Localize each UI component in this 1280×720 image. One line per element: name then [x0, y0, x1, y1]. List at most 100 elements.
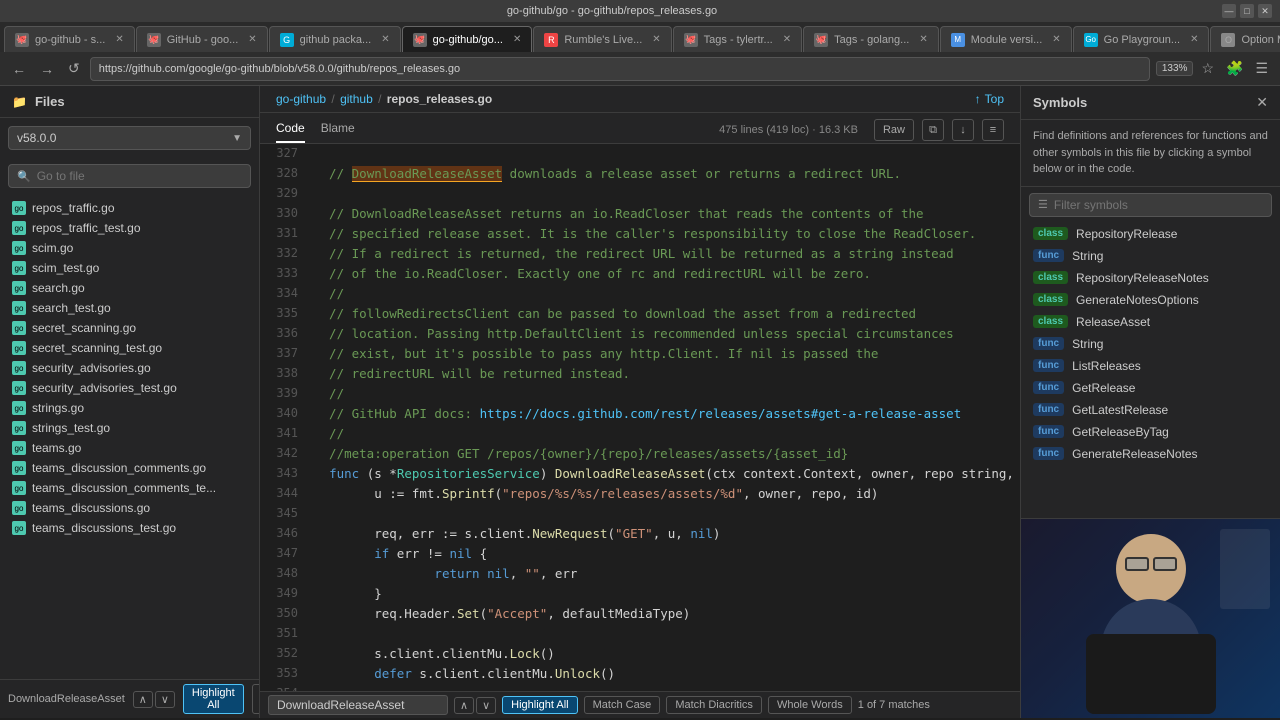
raw-button[interactable]: Raw: [874, 119, 914, 141]
symbol-repository-release-notes[interactable]: class RepositoryReleaseNotes: [1021, 267, 1280, 289]
tab-close-7[interactable]: ✕: [919, 34, 927, 45]
file-item-repos-traffic-test[interactable]: go repos_traffic_test.go: [0, 218, 259, 238]
repo-link[interactable]: go-github: [276, 92, 326, 106]
symbol-string-1[interactable]: func String: [1021, 245, 1280, 267]
file-search-box[interactable]: 🔍: [8, 164, 251, 188]
symbol-release-asset[interactable]: class ReleaseAsset: [1021, 311, 1280, 333]
close-button[interactable]: ✕: [1258, 4, 1272, 18]
find-input[interactable]: [268, 695, 448, 715]
tab-label-8: Module versi...: [971, 34, 1043, 46]
tab-2[interactable]: 🐙 GitHub - goo... ✕: [136, 26, 268, 52]
copy-button[interactable]: ⧉: [922, 119, 944, 141]
whole-words-toggle[interactable]: Whole Words: [768, 696, 852, 714]
tab-close-5[interactable]: ✕: [652, 34, 660, 45]
tab-code[interactable]: Code: [276, 117, 305, 143]
symbol-list-releases[interactable]: func ListReleases: [1021, 355, 1280, 377]
symbol-generate-notes-options[interactable]: class GenerateNotesOptions: [1021, 289, 1280, 311]
file-item-scim-test[interactable]: go scim_test.go: [0, 258, 259, 278]
version-selector[interactable]: v58.0.0 ▼: [8, 126, 251, 150]
tab-close-2[interactable]: ✕: [248, 34, 256, 45]
tab-5[interactable]: R Rumble's Live... ✕: [533, 26, 671, 52]
file-item-teams-discussions-test[interactable]: go teams_discussions_test.go: [0, 518, 259, 538]
highlight-all-toggle[interactable]: Highlight All: [502, 696, 577, 714]
tab-1[interactable]: 🐙 go-github - s... ✕: [4, 26, 135, 52]
symbol-get-release[interactable]: func GetRelease: [1021, 377, 1280, 399]
symbol-get-release-by-tag[interactable]: func GetReleaseByTag: [1021, 421, 1280, 443]
file-item-security-advisories-test[interactable]: go security_advisories_test.go: [0, 378, 259, 398]
search-icon: 🔍: [17, 170, 31, 183]
find-next-button[interactable]: ∨: [155, 691, 175, 708]
file-item-teams-discussion-comments-te[interactable]: go teams_discussion_comments_te...: [0, 478, 259, 498]
tab-4[interactable]: 🐙 go-github/go... ✕: [402, 26, 533, 52]
extensions-button[interactable]: 🧩: [1222, 56, 1247, 81]
symbol-repository-release[interactable]: class RepositoryRelease: [1021, 223, 1280, 245]
file-name: strings_test.go: [32, 421, 110, 435]
top-link[interactable]: ↑ Top: [975, 92, 1004, 106]
tab-3[interactable]: G github packa... ✕: [269, 26, 401, 52]
highlight-all-button[interactable]: Highlight All: [183, 684, 244, 714]
file-search-input[interactable]: [37, 169, 242, 183]
file-item-secret-scanning[interactable]: go secret_scanning.go: [0, 318, 259, 338]
tab-close-9[interactable]: ✕: [1190, 34, 1198, 45]
file-icon: go: [12, 201, 26, 215]
menu-button[interactable]: ☰: [1251, 56, 1272, 81]
file-item-search-test[interactable]: go search_test.go: [0, 298, 259, 318]
symbols-filter-box[interactable]: ☰: [1029, 193, 1272, 217]
symbol-name: ListReleases: [1072, 359, 1141, 373]
find-prev-nav-button[interactable]: ∧: [454, 697, 474, 714]
match-diacritics-toggle[interactable]: Match Diacritics: [666, 696, 762, 714]
file-item-security-advisories[interactable]: go security_advisories.go: [0, 358, 259, 378]
tab-7[interactable]: 🐙 Tags - golang... ✕: [803, 26, 939, 52]
tab-10[interactable]: O Option Monad... ✕: [1210, 26, 1280, 52]
symbol-get-latest-release[interactable]: func GetLatestRelease: [1021, 399, 1280, 421]
line-content: // location. Passing http.DefaultClient …: [310, 324, 1020, 344]
code-editor[interactable]: 327 328 // DownloadReleaseAsset download…: [260, 144, 1020, 691]
download-button[interactable]: ↓: [952, 119, 974, 141]
sidebar-title: Files: [35, 94, 65, 109]
symbols-close-button[interactable]: ✕: [1256, 94, 1268, 111]
tab-close-1[interactable]: ✕: [115, 34, 123, 45]
file-item-teams[interactable]: go teams.go: [0, 438, 259, 458]
file-item-repos-traffic[interactable]: go repos_traffic.go: [0, 198, 259, 218]
file-item-strings-test[interactable]: go strings_test.go: [0, 418, 259, 438]
line-number: 342: [260, 444, 310, 464]
symbol-string-2[interactable]: func String: [1021, 333, 1280, 355]
file-item-strings[interactable]: go strings.go: [0, 398, 259, 418]
symbols-filter-input[interactable]: [1054, 198, 1263, 212]
file-item-teams-discussion-comments[interactable]: go teams_discussion_comments.go: [0, 458, 259, 478]
back-button[interactable]: ←: [8, 57, 30, 81]
code-line-339: 339 //: [260, 384, 1020, 404]
file-item-scim[interactable]: go scim.go: [0, 238, 259, 258]
title-bar-text: go-github/go - go-github/repos_releases.…: [8, 5, 1216, 17]
file-item-search[interactable]: go search.go: [0, 278, 259, 298]
line-number: 328: [260, 164, 310, 184]
tab-close-3[interactable]: ✕: [381, 34, 389, 45]
forward-button[interactable]: →: [36, 57, 58, 81]
match-case-toggle[interactable]: Match Case: [584, 696, 661, 714]
org-link[interactable]: github: [340, 92, 373, 106]
tab-6[interactable]: 🐙 Tags - tylertr... ✕: [673, 26, 802, 52]
sidebar-toggle-button[interactable]: ≡: [982, 119, 1004, 141]
line-content: defer s.client.clientMu.Unlock(): [310, 664, 1020, 684]
reload-button[interactable]: ↺: [64, 56, 84, 81]
match-case-button[interactable]: Match Case: [252, 684, 260, 714]
symbol-generate-release-notes[interactable]: func GenerateReleaseNotes: [1021, 443, 1280, 465]
file-item-secret-scanning-test[interactable]: go secret_scanning_test.go: [0, 338, 259, 358]
tab-close-8[interactable]: ✕: [1052, 34, 1060, 45]
zoom-badge: 133%: [1156, 61, 1194, 76]
maximize-button[interactable]: □: [1240, 4, 1254, 18]
find-next-nav-button[interactable]: ∨: [476, 697, 496, 714]
chair-back: [1086, 634, 1216, 714]
file-item-teams-discussions[interactable]: go teams_discussions.go: [0, 498, 259, 518]
minimize-button[interactable]: —: [1222, 4, 1236, 18]
find-prev-button[interactable]: ∧: [133, 691, 153, 708]
file-name: security_advisories.go: [32, 361, 151, 375]
tab-9[interactable]: Go Go Playgroun... ✕: [1073, 26, 1210, 52]
code-line-334: 334 //: [260, 284, 1020, 304]
tab-blame[interactable]: Blame: [321, 117, 355, 143]
bookmark-button[interactable]: ☆: [1197, 56, 1218, 81]
tab-close-4[interactable]: ✕: [513, 34, 521, 45]
url-bar[interactable]: https://github.com/google/go-github/blob…: [90, 57, 1150, 81]
tab-8[interactable]: M Module versi... ✕: [940, 26, 1072, 52]
tab-close-6[interactable]: ✕: [783, 34, 791, 45]
